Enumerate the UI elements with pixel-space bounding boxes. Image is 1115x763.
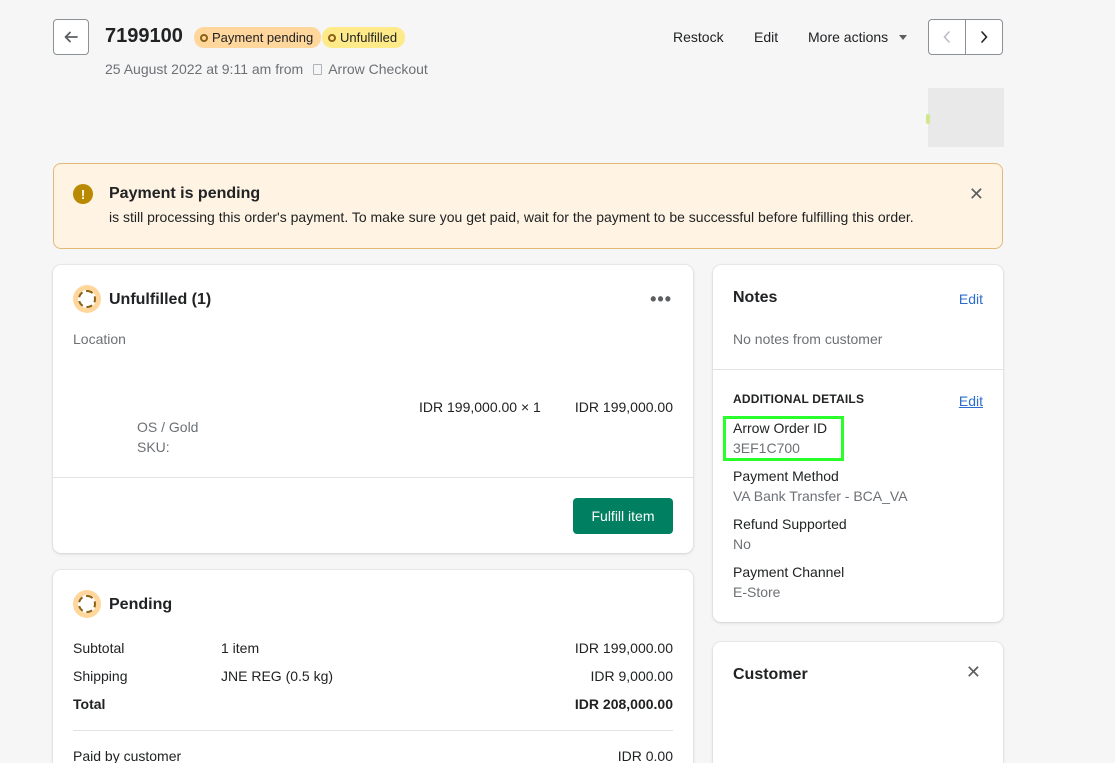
- banner-text: is still processing this order's payment…: [109, 209, 914, 225]
- order-pager: [928, 19, 1003, 55]
- order-date: 25 August 2022 at 9:11 am from: [105, 61, 304, 77]
- detail-value: E-Store: [733, 584, 781, 600]
- close-icon[interactable]: ✕: [966, 662, 981, 683]
- customer-card: Customer ✕: [713, 642, 1003, 763]
- detail-value: No: [733, 536, 751, 552]
- unfulfilled-status-icon: [73, 285, 101, 313]
- fulfill-item-button[interactable]: Fulfill item: [573, 498, 673, 534]
- notes-empty-text: No notes from customer: [733, 331, 883, 347]
- fulfillment-status-label: Unfulfilled: [340, 30, 398, 45]
- page-title: 7199100: [105, 25, 183, 47]
- total-label: Total: [73, 696, 106, 712]
- shipping-label: Shipping: [73, 668, 128, 684]
- subtotal-detail: 1 item: [221, 640, 260, 656]
- divider: [713, 369, 1003, 370]
- status-dot-icon: [200, 33, 208, 42]
- order-source: Arrow Checkout: [328, 61, 428, 77]
- exclamation-icon: !: [73, 184, 93, 204]
- notes-card: Notes Edit No notes from customer ADDITI…: [713, 265, 1003, 622]
- detail-value: 3EF1C700: [733, 440, 800, 456]
- paid-by-customer-label: Paid by customer: [73, 748, 182, 763]
- notes-title: Notes: [733, 289, 778, 306]
- fulfillment-status-badge: Unfulfilled: [322, 27, 406, 48]
- subtotal-amount: IDR 199,000.00: [574, 640, 673, 656]
- item-unit-price: IDR 199,000.00 × 1: [419, 399, 541, 415]
- shipping-detail: JNE REG (0.5 kg): [221, 668, 334, 684]
- payment-pending-banner: ! Payment is pending is still processing…: [53, 163, 1003, 249]
- status-dot-icon: [328, 33, 336, 42]
- document-icon: [313, 63, 323, 75]
- restock-button[interactable]: Restock: [673, 29, 724, 45]
- detail-value: VA Bank Transfer - BCA_VA: [733, 488, 908, 504]
- edit-notes-link[interactable]: Edit: [959, 291, 983, 307]
- detail-label: Payment Channel: [733, 564, 845, 580]
- shipping-amount: IDR 9,000.00: [590, 668, 674, 684]
- edit-additional-details-link[interactable]: Edit: [959, 393, 983, 409]
- placeholder-image: [928, 88, 1004, 147]
- item-variant: OS / Gold: [137, 419, 199, 435]
- total-amount: IDR 208,000.00: [574, 696, 673, 712]
- edit-button[interactable]: Edit: [754, 29, 778, 45]
- order-meta: 25 August 2022 at 9:11 am from Arrow Che…: [105, 61, 428, 77]
- previous-order-button[interactable]: [929, 20, 966, 54]
- more-actions-label: More actions: [808, 29, 889, 45]
- divider: [73, 730, 673, 731]
- chevron-right-icon: [981, 31, 988, 43]
- back-button[interactable]: [53, 19, 89, 55]
- next-order-button[interactable]: [966, 20, 1002, 54]
- caret-down-icon: [899, 34, 908, 40]
- item-sku: SKU:: [137, 439, 170, 455]
- more-actions-button[interactable]: More actions: [808, 29, 908, 45]
- detail-label: Arrow Order ID: [733, 420, 828, 436]
- unfulfilled-card: Unfulfilled (1) ••• Location IDR 199,000…: [53, 265, 693, 553]
- detail-label: Payment Method: [733, 468, 839, 484]
- paid-by-customer-amount: IDR 0.00: [617, 748, 673, 763]
- item-total: IDR 199,000.00: [574, 399, 673, 415]
- banner-title: Payment is pending: [109, 185, 261, 202]
- pending-title: Pending: [109, 596, 173, 613]
- subtotal-label: Subtotal: [73, 640, 125, 656]
- payment-status-badge: Payment pending: [194, 27, 322, 48]
- customer-title: Customer: [733, 666, 808, 683]
- divider: [53, 477, 693, 478]
- arrow-left-icon: [64, 31, 78, 43]
- indicator-mark: [926, 114, 930, 124]
- unfulfilled-title: Unfulfilled (1): [109, 291, 212, 308]
- more-options-icon[interactable]: •••: [650, 289, 672, 310]
- payment-status-label: Payment pending: [212, 30, 314, 45]
- additional-details-title: ADDITIONAL DETAILS: [733, 392, 865, 406]
- chevron-left-icon: [943, 31, 950, 43]
- pending-status-icon: [73, 590, 101, 618]
- detail-label: Refund Supported: [733, 516, 847, 532]
- pending-card: Pending Subtotal 1 item IDR 199,000.00 S…: [53, 570, 693, 763]
- close-icon[interactable]: ✕: [969, 184, 984, 205]
- location-label: Location: [73, 331, 126, 347]
